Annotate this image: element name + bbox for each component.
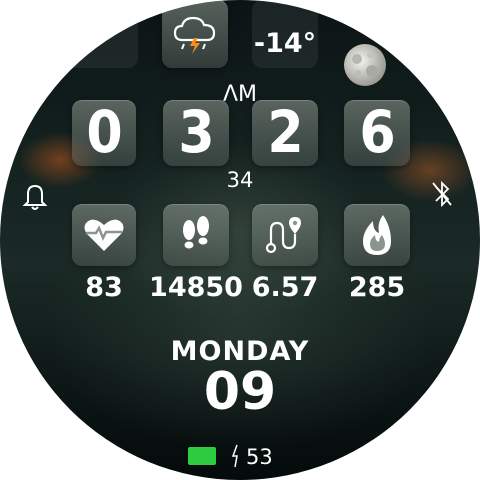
steps-value: 14850 (149, 272, 243, 303)
route-icon (263, 214, 307, 256)
bell-icon[interactable] (20, 180, 50, 212)
minute-tens-digit: 2 (267, 98, 303, 166)
footprints-icon (176, 214, 216, 256)
flame-icon (357, 213, 397, 257)
top-left-tile (60, 0, 138, 68)
heart-rate-value: 83 (85, 272, 123, 303)
battery-percent: 53 (246, 445, 273, 469)
charging-icon (231, 444, 241, 468)
minute-ones-digit: 6 (359, 98, 395, 166)
heart-icon (82, 216, 126, 254)
day-number: 09 (203, 362, 277, 422)
full-moon-icon (342, 42, 388, 88)
hour-ones-digit: 3 (178, 98, 214, 166)
temperature: -14° (253, 28, 317, 59)
bluetooth-off-icon[interactable] (428, 178, 456, 210)
seconds-label: 34 (226, 168, 254, 192)
hour-tens-digit: 0 (86, 98, 122, 166)
watch-face: -14° ΛM 0 3 2 6 34 83 14850 6.57 285 MON… (0, 0, 480, 480)
distance-value: 6.57 (251, 272, 319, 303)
calories-value: 285 (348, 272, 406, 303)
battery-icon (188, 447, 216, 465)
thunderstorm-icon (172, 12, 218, 56)
